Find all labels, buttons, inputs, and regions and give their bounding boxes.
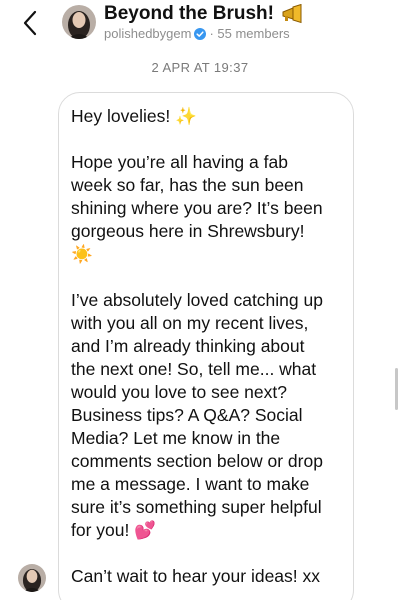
message-bubble[interactable]: Hey lovelies! ✨ Hope you’re all having a… bbox=[58, 92, 354, 600]
message-line-blank bbox=[71, 128, 341, 151]
chat-header: Beyond the Brush! polishedbygem · 55 mem… bbox=[0, 0, 400, 50]
verified-badge-icon bbox=[194, 27, 207, 40]
message-line: Hope you’re all having a fab bbox=[71, 152, 288, 172]
message-line: I’ve absolutely loved catching up bbox=[71, 290, 323, 310]
message-line: sure it’s something super helpful bbox=[71, 497, 322, 517]
message-line: ☀️ bbox=[71, 244, 93, 264]
message-line: Can’t wait to hear your ideas! xx bbox=[71, 566, 321, 586]
group-title-row[interactable]: Beyond the Brush! bbox=[104, 3, 304, 25]
message-line: gorgeous here in Shrewsbury! bbox=[71, 221, 305, 241]
group-avatar[interactable] bbox=[62, 5, 96, 39]
message-line: Hey lovelies! ✨ bbox=[71, 106, 197, 126]
profile-photo bbox=[18, 564, 46, 592]
message-line-blank bbox=[71, 266, 341, 289]
group-title: Beyond the Brush! bbox=[104, 3, 274, 24]
message-line-blank bbox=[71, 542, 341, 565]
back-button[interactable] bbox=[18, 8, 46, 38]
chevron-left-icon bbox=[23, 10, 37, 36]
message-line: for you! 💕 bbox=[71, 520, 157, 540]
group-subtitle: polishedbygem · 55 members bbox=[104, 26, 290, 41]
megaphone-icon bbox=[280, 3, 304, 24]
scrollbar-thumb[interactable] bbox=[395, 368, 398, 410]
message-line: shining where you are? It’s been bbox=[71, 198, 323, 218]
message-timestamp: 2 APR AT 19:37 bbox=[151, 60, 249, 75]
group-handle: polishedbygem bbox=[104, 26, 192, 41]
message-line: Media? Let me know in the bbox=[71, 428, 281, 448]
message-line: with you all on my recent lives, bbox=[71, 313, 309, 333]
profile-photo bbox=[62, 5, 96, 39]
member-count: · 55 members bbox=[209, 26, 290, 41]
message-line: week so far, has the sun been bbox=[71, 175, 304, 195]
chat-screen: Beyond the Brush! polishedbygem · 55 mem… bbox=[0, 0, 400, 600]
message-line: Business tips? A Q&A? Social bbox=[71, 405, 303, 425]
sender-avatar[interactable] bbox=[18, 564, 46, 592]
message-line: and I’m already thinking about bbox=[71, 336, 305, 356]
message-line: would you love to see next? bbox=[71, 382, 287, 402]
message-line: me a message. I want to make bbox=[71, 474, 310, 494]
message-line: comments section below or drop bbox=[71, 451, 323, 471]
message-line: the next one! So, tell me... what bbox=[71, 359, 317, 379]
